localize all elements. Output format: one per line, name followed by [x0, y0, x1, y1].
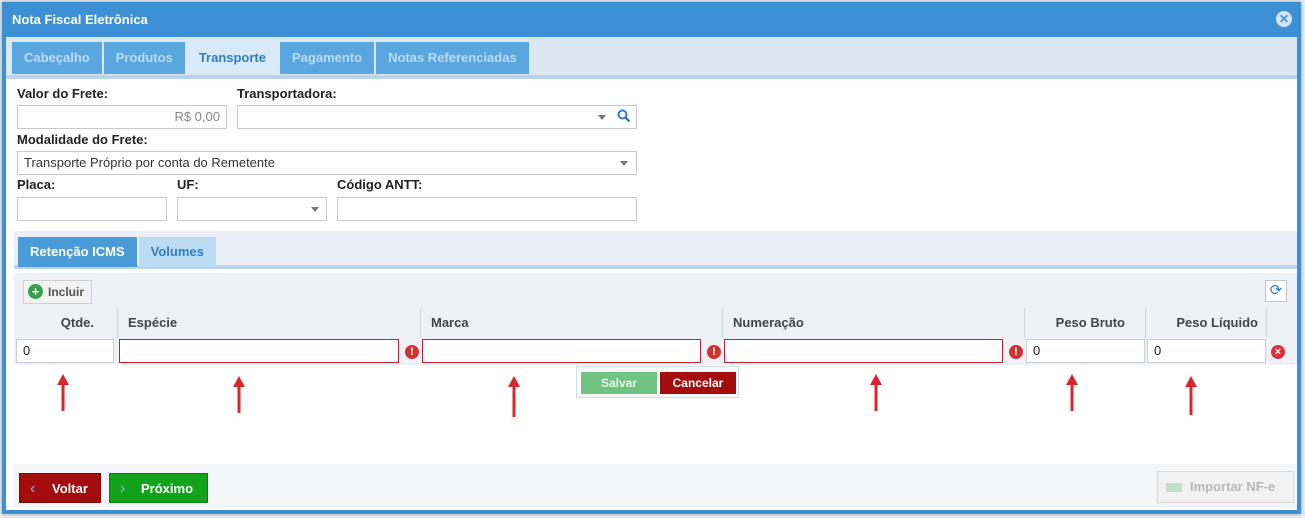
- numeracao-input[interactable]: [724, 339, 1003, 363]
- tab-retencao-icms[interactable]: Retenção ICMS: [18, 237, 137, 267]
- tab-produtos[interactable]: Produtos: [103, 42, 185, 74]
- placa-input[interactable]: [17, 197, 167, 221]
- tab-volumes[interactable]: Volumes: [138, 237, 216, 267]
- col-header-actions: [1266, 308, 1297, 338]
- chevron-down-icon[interactable]: [620, 161, 628, 166]
- row-edit-bar: Salvar Cancelar: [576, 366, 739, 398]
- main-tabs: Cabeçalho Produtos Transporte Pagamento …: [6, 37, 1297, 79]
- tab-notas-referenciadas[interactable]: Notas Referenciadas: [376, 42, 529, 74]
- importar-nfe-button[interactable]: Importar NF-e: [1157, 471, 1294, 503]
- ticket-icon: [1166, 483, 1182, 492]
- importar-label: Importar NF-e: [1190, 479, 1276, 494]
- valor-frete-label: Valor do Frete:: [17, 86, 109, 101]
- volumes-grid: + Incluir ⟳ Qtde. Espécie Marca Numeraçã…: [14, 273, 1297, 365]
- chevron-left-icon: ‹: [30, 480, 36, 497]
- annotation-arrow: [57, 374, 69, 411]
- annotation-arrow: [1066, 374, 1078, 411]
- modalidade-label: Modalidade do Frete:: [17, 132, 148, 147]
- chevron-down-icon[interactable]: [598, 115, 606, 120]
- col-header-qtde: Qtde.: [60, 315, 94, 330]
- close-icon[interactable]: ✕: [1276, 11, 1292, 27]
- marca-input[interactable]: [422, 339, 701, 363]
- especie-input[interactable]: [119, 339, 399, 363]
- proximo-label: Próximo: [141, 481, 194, 496]
- refresh-icon[interactable]: ⟳: [1265, 280, 1287, 302]
- incluir-button[interactable]: + Incluir: [23, 280, 92, 304]
- annotation-arrow: [870, 374, 882, 411]
- delete-row-icon[interactable]: ×: [1271, 345, 1285, 359]
- transportadora-label: Transportadora:: [237, 86, 337, 101]
- window-title: Nota Fiscal Eletrônica: [12, 12, 148, 27]
- transportadora-select[interactable]: [237, 105, 637, 129]
- plus-icon: +: [28, 284, 43, 299]
- chevron-right-icon: ›: [120, 480, 126, 497]
- col-header-numeracao: Numeração: [722, 308, 1024, 338]
- col-header-marca: Marca: [420, 308, 722, 338]
- col-header-especie: Espécie: [117, 308, 420, 338]
- tab-cabecalho[interactable]: Cabeçalho: [12, 42, 102, 74]
- footer-bar: ‹ Voltar › Próximo Importar NF-e: [14, 464, 1297, 508]
- modalidade-select[interactable]: Transporte Próprio por conta do Remetent…: [17, 151, 637, 175]
- voltar-label: Voltar: [52, 481, 88, 496]
- uf-select[interactable]: [177, 197, 327, 221]
- placa-label: Placa:: [17, 177, 56, 192]
- error-icon: !: [707, 345, 721, 359]
- chevron-down-icon[interactable]: [311, 207, 319, 212]
- qtde-input[interactable]: 0: [16, 339, 114, 363]
- annotation-arrow: [233, 376, 245, 413]
- title-bar: Nota Fiscal Eletrônica ✕: [6, 2, 1297, 37]
- proximo-button[interactable]: › Próximo: [109, 473, 208, 503]
- uf-label: UF:: [177, 177, 199, 192]
- incluir-label: Incluir: [48, 285, 85, 299]
- tab-transporte[interactable]: Transporte: [186, 42, 278, 74]
- modal-window: Nota Fiscal Eletrônica ✕ Cabeçalho Produ…: [2, 2, 1301, 514]
- peso-bruto-input[interactable]: 0: [1026, 339, 1145, 363]
- peso-liquido-input[interactable]: 0: [1147, 339, 1266, 363]
- sub-tabs: Retenção ICMS Volumes: [14, 231, 1297, 269]
- annotation-arrow: [1185, 376, 1197, 415]
- salvar-button[interactable]: Salvar: [581, 372, 657, 394]
- cancelar-button[interactable]: Cancelar: [660, 372, 736, 394]
- antt-label: Código ANTT:: [337, 177, 423, 192]
- antt-input[interactable]: [337, 197, 637, 221]
- col-header-peso-bruto: Peso Bruto: [1024, 308, 1145, 338]
- col-header-peso-liquido: Peso Líquido: [1145, 308, 1266, 338]
- voltar-button[interactable]: ‹ Voltar: [19, 473, 101, 503]
- tab-pagamento[interactable]: Pagamento: [280, 42, 375, 74]
- annotation-arrow: [508, 376, 520, 417]
- valor-frete-input[interactable]: R$ 0,00: [17, 105, 227, 129]
- error-icon: !: [1009, 345, 1023, 359]
- search-icon[interactable]: [617, 109, 631, 123]
- error-icon: !: [405, 345, 419, 359]
